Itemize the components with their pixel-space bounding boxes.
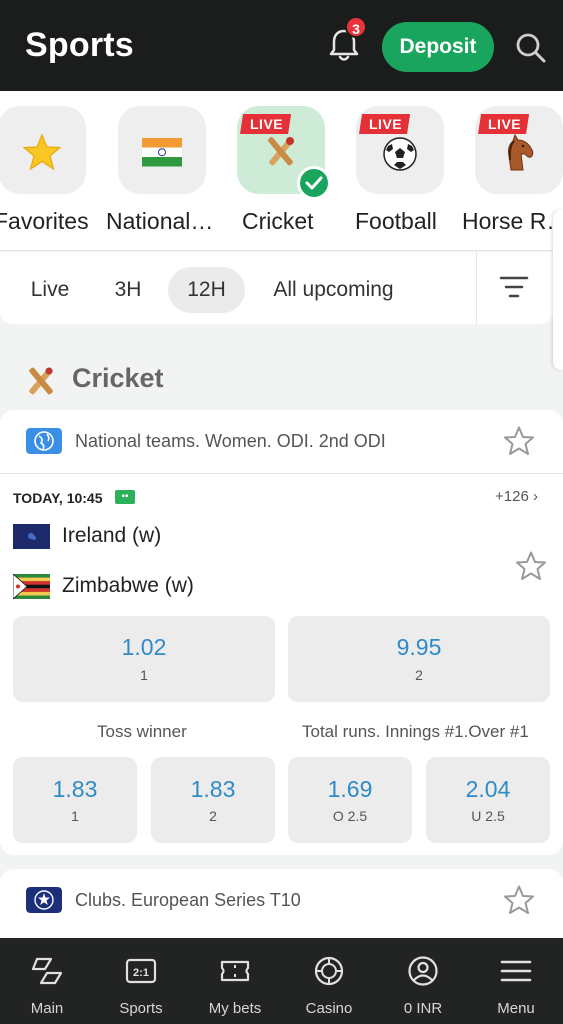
odds-button[interactable]: 2.04 U 2.5: [426, 757, 550, 843]
nav-main[interactable]: Main: [0, 938, 94, 1024]
champions-league-icon: [26, 887, 62, 913]
team-name: Zimbabwe (w): [62, 574, 194, 597]
favorite-star-icon[interactable]: [503, 884, 535, 916]
favorite-star-icon[interactable]: [515, 550, 547, 582]
odds-label: 2: [415, 667, 423, 683]
nav-label: 0 INR: [403, 1000, 443, 1017]
live-badge: LIVE: [359, 114, 411, 134]
odds-button[interactable]: 9.95 2: [288, 616, 550, 702]
market-title: Toss winner: [97, 722, 187, 741]
nav-menu[interactable]: Menu: [469, 938, 563, 1024]
bottom-navigation: Main 2:1 Sports My bets Casino 0 INR Men…: [0, 938, 563, 1024]
odds-button[interactable]: 1.69 O 2.5: [288, 757, 412, 843]
divider: [0, 250, 563, 251]
team-name: Ireland (w): [62, 524, 162, 547]
filter-icon[interactable]: [499, 274, 529, 300]
odds-label: 1: [140, 667, 148, 683]
cricket-icon: [29, 367, 53, 395]
main-icon: [31, 957, 63, 985]
nav-label: My bets: [208, 1000, 262, 1017]
ticket-icon: [220, 960, 250, 982]
filter-12h[interactable]: 12H: [168, 267, 245, 313]
section-title: Cricket: [72, 363, 164, 393]
account-icon: [408, 956, 438, 986]
filter-live[interactable]: Live: [16, 267, 84, 313]
odds-label: 1: [71, 808, 79, 824]
menu-icon: [500, 960, 532, 982]
nav-my-bets[interactable]: My bets: [188, 938, 282, 1024]
category-football[interactable]: LIVE: [356, 106, 444, 194]
odds-label: U 2.5: [471, 808, 505, 824]
divider: [476, 252, 477, 324]
top-header: Sports 3 Deposit: [0, 0, 563, 91]
search-icon[interactable]: [515, 32, 547, 64]
odds-label: 2: [209, 808, 217, 824]
scroll-handle[interactable]: [553, 210, 563, 370]
odds-button[interactable]: 1.83 2: [151, 757, 275, 843]
odds-button[interactable]: 1.83 1: [13, 757, 137, 843]
chip-icon: [314, 956, 344, 986]
divider: [0, 473, 563, 474]
more-markets-link[interactable]: +126 ›: [495, 488, 538, 505]
match-time: TODAY, 10:45: [13, 490, 103, 506]
league-name[interactable]: National teams. Women. ODI. 2nd ODI: [75, 431, 386, 452]
live-stats-icon: ▪▪: [115, 490, 135, 504]
league-name[interactable]: Clubs. European Series T10: [75, 890, 301, 911]
market-title: Total runs. Innings #1.Over #1: [302, 722, 529, 741]
category-label-national: National…: [106, 208, 214, 234]
zimbabwe-flag-icon: [13, 574, 50, 599]
category-label-cricket: Cricket: [242, 208, 314, 234]
ireland-flag-icon: [13, 524, 50, 549]
selected-check-icon: [297, 166, 331, 200]
odds-value: 9.95: [396, 634, 442, 660]
odds-button[interactable]: 1.02 1: [13, 616, 275, 702]
football-icon: [383, 137, 417, 171]
category-label-football: Football: [355, 208, 437, 234]
live-badge: LIVE: [240, 114, 292, 134]
star-icon: [22, 133, 62, 171]
category-national[interactable]: [118, 106, 206, 194]
notification-badge: 3: [345, 16, 367, 38]
nav-sports[interactable]: 2:1 Sports: [94, 938, 188, 1024]
nav-casino[interactable]: Casino: [282, 938, 376, 1024]
svg-text:2:1: 2:1: [133, 967, 149, 979]
category-label-favorites: Favorites: [0, 208, 89, 234]
nav-account[interactable]: 0 INR: [376, 938, 470, 1024]
category-horse-racing[interactable]: LIVE: [475, 106, 563, 194]
odds-value: 1.02: [121, 634, 167, 660]
nav-label: Menu: [497, 1000, 535, 1017]
odds-value: 1.83: [52, 776, 98, 802]
globe-icon: [26, 428, 62, 454]
filter-3h[interactable]: 3H: [98, 267, 158, 313]
india-flag-icon: [142, 138, 182, 167]
time-filter-bar: Live 3H 12H All upcoming: [0, 252, 553, 324]
odds-value: 1.69: [327, 776, 373, 802]
favorite-star-icon[interactable]: [503, 425, 535, 457]
cricket-icon: [267, 137, 295, 166]
category-favorites[interactable]: [0, 106, 86, 194]
horse-icon: [508, 133, 534, 171]
live-badge: LIVE: [478, 114, 530, 134]
category-cricket[interactable]: LIVE: [237, 106, 331, 200]
nav-label: Sports: [119, 1000, 163, 1017]
filter-all-upcoming[interactable]: All upcoming: [260, 267, 407, 313]
scoreboard-icon: 2:1: [125, 958, 157, 984]
odds-value: 2.04: [465, 776, 511, 802]
sport-categories: Favorites National… LIVE Cricket LIVE Fo…: [0, 91, 563, 251]
deposit-button[interactable]: Deposit: [382, 22, 494, 72]
odds-label: O 2.5: [332, 808, 368, 824]
category-label-horse-racing: Horse R…: [462, 208, 563, 234]
nav-label: Casino: [305, 1000, 353, 1017]
odds-value: 1.83: [190, 776, 236, 802]
nav-label: Main: [30, 1000, 64, 1017]
page-title: Sports: [25, 26, 134, 64]
